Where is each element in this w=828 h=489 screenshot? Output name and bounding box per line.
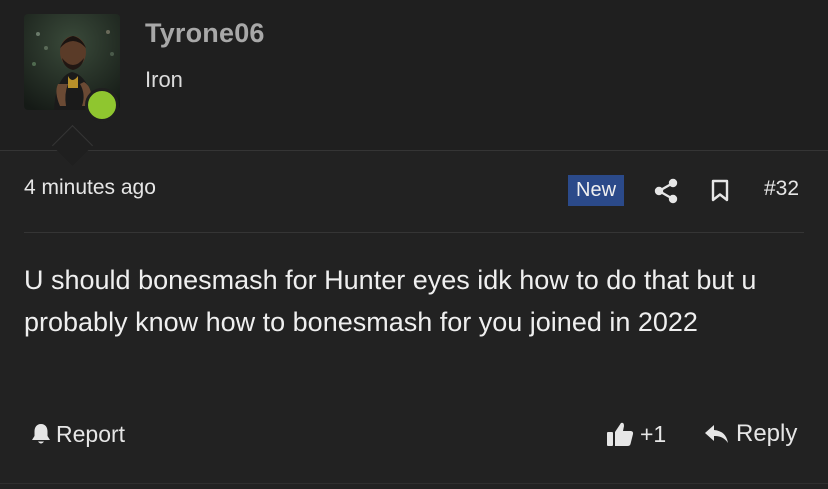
- report-label: Report: [56, 420, 126, 447]
- post-bottom-divider: [0, 483, 828, 484]
- online-status-indicator: [85, 88, 119, 122]
- reply-label: Reply: [736, 420, 798, 447]
- thumbs-up-icon: [607, 422, 634, 446]
- post-meta-divider: [24, 232, 804, 233]
- reply-button[interactable]: Reply: [704, 419, 797, 449]
- bell-icon: [32, 424, 50, 444]
- reply-arrow-icon: [705, 425, 728, 443]
- like-button[interactable]: +1: [606, 419, 666, 449]
- report-button[interactable]: Report: [30, 419, 125, 449]
- post-timestamp[interactable]: 4 minutes ago: [24, 176, 156, 200]
- bookmark-icon[interactable]: [710, 179, 730, 203]
- post-author-header: [0, 0, 828, 150]
- header-divider: [0, 150, 828, 151]
- new-badge: New: [568, 175, 625, 206]
- post-number-link[interactable]: #32: [764, 177, 799, 201]
- author-rank: Iron: [145, 67, 183, 92]
- author-username[interactable]: Tyrone06: [145, 18, 265, 49]
- post-message: U should bonesmash for Hunter eyes idk h…: [24, 265, 757, 337]
- share-icon[interactable]: [654, 178, 678, 204]
- like-count: +1: [640, 420, 667, 447]
